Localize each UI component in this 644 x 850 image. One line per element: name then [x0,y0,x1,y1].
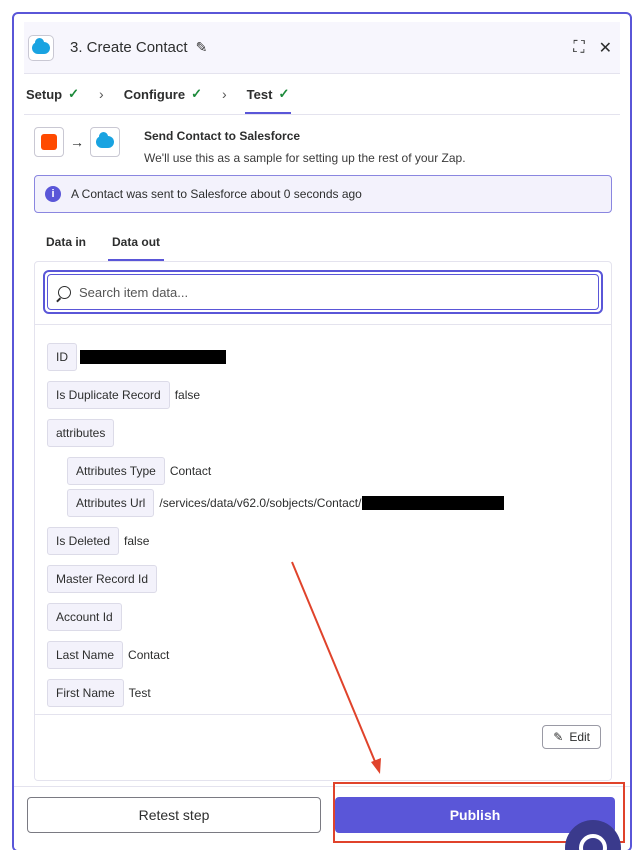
data-tabs: Data in Data out [44,229,184,261]
field-row-attributes-type: Attributes Type Contact [67,457,211,485]
tab-data-out[interactable]: Data out [108,229,165,261]
info-icon: i [45,186,61,202]
search-input[interactable] [79,284,559,300]
field-value: false [174,388,201,402]
step-panel: 3. Create Contact ✎ ⛶ ✕ Setup ✓ › Config… [12,12,632,850]
field-row-is-deleted: Is Deleted false [47,527,149,555]
app-flow: → [34,127,120,157]
field-key[interactable]: ID [47,343,77,371]
redaction-bar [80,350,226,364]
check-icon: ✓ [191,86,202,101]
field-key[interactable]: Last Name [47,641,124,669]
tab-setup[interactable]: Setup ✓ [26,74,79,114]
search-icon [58,285,71,299]
field-key[interactable]: Is Deleted [47,527,120,555]
field-key[interactable]: Attributes Type [67,457,165,485]
field-row-last-name: Last Name Contact [47,641,169,669]
field-row-duplicate: Is Duplicate Record false [47,381,200,409]
field-row-attributes: attributes [47,419,115,447]
summary-title: Send Contact to Salesforce [144,129,301,143]
field-row-account-id: Account Id [47,603,122,631]
field-row-first-name: First Name Test [47,679,151,707]
zapier-app-icon [34,127,64,157]
check-icon: ✓ [278,86,290,101]
expand-icon[interactable]: ⛶ [573,39,584,57]
field-value: Contact [128,648,170,662]
field-key[interactable]: attributes [47,419,115,447]
field-key[interactable]: Is Duplicate Record [47,381,170,409]
field-key[interactable]: Attributes Url [67,489,155,517]
success-alert: i A Contact was sent to Salesforce about… [34,175,612,213]
close-icon[interactable]: ✕ [599,38,612,58]
salesforce-app-icon [90,127,120,157]
field-value: Contact [169,464,212,478]
tab-test-label: Test [246,86,273,102]
edit-label: Edit [569,730,590,744]
tab-setup-label: Setup [26,86,63,102]
field-list[interactable]: ID Is Duplicate Record false attributes … [35,325,611,717]
summary-subtitle: We'll use this as a sample for setting u… [144,151,466,165]
field-key[interactable]: Master Record Id [47,565,158,593]
field-value: false [124,534,150,548]
redaction-bar [362,496,505,510]
field-key[interactable]: Account Id [47,603,122,631]
field-value: Test [128,686,151,700]
chevron-right-icon: › [222,86,227,102]
panel-body: → Send Contact to Salesforce We'll use t… [24,114,620,790]
field-row-master-record: Master Record Id [47,565,158,593]
check-icon: ✓ [68,86,80,101]
arrow-right-icon: → [70,134,84,150]
data-panel-footer: ✎ Edit [35,714,611,780]
pencil-icon: ✎ [553,730,564,744]
tab-data-in[interactable]: Data in [44,229,88,261]
retest-step-button[interactable]: Retest step [27,797,321,833]
alert-text: A Contact was sent to Salesforce about 0… [71,187,362,201]
tab-configure[interactable]: Configure ✓ [124,74,202,114]
search-box [43,270,603,314]
data-out-panel: ID Is Duplicate Record false attributes … [34,261,612,781]
panel-header: 3. Create Contact ✎ ⛶ ✕ [24,22,620,74]
edit-button[interactable]: ✎ Edit [542,725,601,749]
chevron-right-icon: › [99,86,104,102]
tab-test[interactable]: Test ✓ [244,74,292,114]
salesforce-logo-icon [28,34,54,61]
tab-configure-label: Configure [123,86,186,102]
field-row-id: ID [47,343,226,371]
field-row-attributes-url: Attributes Url /services/data/v62.0/sobj… [67,489,505,517]
field-value: /services/data/v62.0/sobjects/Contact/ [159,496,362,510]
field-key[interactable]: First Name [47,679,124,707]
pencil-icon[interactable]: ✎ [196,39,208,56]
step-title[interactable]: 3. Create Contact [70,39,188,56]
step-nav: Setup ✓ › Configure ✓ › Test ✓ [24,74,620,114]
